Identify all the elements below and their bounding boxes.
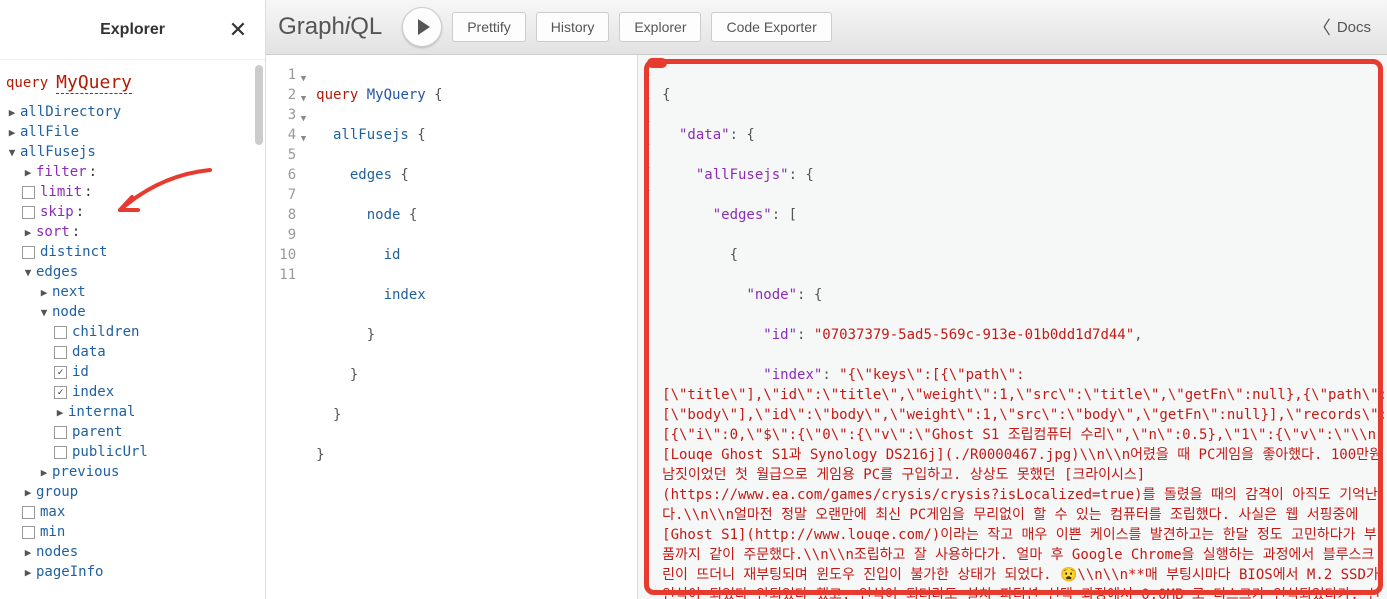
tree-filter[interactable]: ▶filter: bbox=[6, 162, 259, 182]
tree-id[interactable]: id bbox=[6, 362, 259, 382]
code-exporter-button[interactable]: Code Exporter bbox=[711, 12, 831, 42]
tree-allfile[interactable]: ▶allFile bbox=[6, 122, 259, 142]
checkbox-icon[interactable] bbox=[54, 326, 67, 339]
caret-right-icon: ▶ bbox=[22, 566, 34, 579]
tree-publicurl[interactable]: publicUrl bbox=[6, 442, 259, 462]
tree-previous[interactable]: ▶previous bbox=[6, 462, 259, 482]
caret-right-icon: ▶ bbox=[6, 106, 18, 119]
tree-pageinfo[interactable]: ▶pageInfo bbox=[6, 562, 259, 582]
caret-down-icon: ▼ bbox=[22, 266, 34, 279]
caret-right-icon: ▶ bbox=[22, 546, 34, 559]
fold-icon[interactable]: ▼ bbox=[638, 65, 658, 88]
tree-node-field[interactable]: ▼node bbox=[6, 302, 259, 322]
history-button[interactable]: History bbox=[536, 12, 610, 42]
result-gutter: ▼ ▼ ▼ ▼ ▼ ▼ bbox=[638, 65, 658, 203]
fold-icon[interactable]: ▼ bbox=[301, 89, 306, 109]
tree-parent[interactable]: parent bbox=[6, 422, 259, 442]
play-icon bbox=[418, 19, 430, 35]
tree-edges[interactable]: ▼edges bbox=[6, 262, 259, 282]
caret-right-icon: ▶ bbox=[38, 466, 50, 479]
result-panel: ▼ ▼ ▼ ▼ ▼ ▼ { "data": { "allFusejs": { "… bbox=[638, 55, 1387, 599]
fold-icon[interactable]: ▼ bbox=[638, 111, 658, 134]
caret-right-icon: ▶ bbox=[38, 286, 50, 299]
tree-next[interactable]: ▶next bbox=[6, 282, 259, 302]
tree-sort[interactable]: ▶sort: bbox=[6, 222, 259, 242]
tree-limit[interactable]: limit: bbox=[6, 182, 259, 202]
tree-nodes[interactable]: ▶nodes bbox=[6, 542, 259, 562]
query-editor[interactable]: 1▼ 2▼ 3▼ 4▼ 5 6 7 8 9 10 11 query MyQuer… bbox=[266, 55, 638, 599]
fold-icon[interactable]: ▼ bbox=[301, 69, 306, 89]
query-row: query MyQuery bbox=[6, 68, 259, 98]
caret-down-icon: ▼ bbox=[38, 306, 50, 319]
close-icon[interactable]: ✕ bbox=[229, 17, 247, 43]
chevron-left-icon: 〈 bbox=[1313, 14, 1331, 40]
checkbox-icon[interactable] bbox=[54, 446, 67, 459]
explorer-panel: Explorer ✕ query MyQuery ▶allDirectory ▶… bbox=[0, 0, 266, 599]
graphiql-logo: GraphiQL bbox=[278, 13, 382, 41]
tree-distinct[interactable]: distinct bbox=[6, 242, 259, 262]
result-json[interactable]: { "data": { "allFusejs": { "edges": [ { … bbox=[638, 65, 1387, 599]
tree-index[interactable]: index bbox=[6, 382, 259, 402]
explorer-header: Explorer ✕ bbox=[0, 0, 265, 60]
caret-right-icon: ▶ bbox=[54, 406, 66, 419]
checkbox-checked-icon[interactable] bbox=[54, 386, 67, 399]
tree-children[interactable]: children bbox=[6, 322, 259, 342]
caret-down-icon: ▼ bbox=[6, 146, 18, 159]
checkbox-icon[interactable] bbox=[22, 206, 35, 219]
toolbar: GraphiQL Prettify History Explorer Code … bbox=[266, 0, 1387, 55]
checkbox-icon[interactable] bbox=[54, 346, 67, 359]
tree-allfusejs[interactable]: ▼allFusejs bbox=[6, 142, 259, 162]
fold-icon[interactable]: ▼ bbox=[638, 134, 658, 157]
main-area: GraphiQL Prettify History Explorer Code … bbox=[266, 0, 1387, 599]
caret-right-icon: ▶ bbox=[22, 166, 34, 179]
line-gutter: 1▼ 2▼ 3▼ 4▼ 5 6 7 8 9 10 11 bbox=[266, 65, 304, 599]
checkbox-icon[interactable] bbox=[22, 186, 35, 199]
fold-icon[interactable]: ▼ bbox=[301, 109, 306, 129]
tree-max[interactable]: max bbox=[6, 502, 259, 522]
tree-data[interactable]: data bbox=[6, 342, 259, 362]
fold-icon[interactable]: ▼ bbox=[638, 180, 658, 203]
explorer-body: query MyQuery ▶allDirectory ▶allFile ▼al… bbox=[0, 60, 265, 599]
explorer-button[interactable]: Explorer bbox=[619, 12, 701, 42]
query-name-input[interactable]: MyQuery bbox=[56, 72, 132, 94]
scrollbar[interactable] bbox=[255, 65, 263, 265]
docs-button[interactable]: 〈 Docs bbox=[1313, 14, 1375, 40]
tree-min[interactable]: min bbox=[6, 522, 259, 542]
explorer-title: Explorer bbox=[100, 21, 165, 39]
execute-button[interactable] bbox=[402, 7, 442, 47]
query-code[interactable]: query MyQuery { allFusejs { edges { node… bbox=[304, 65, 637, 599]
checkbox-checked-icon[interactable] bbox=[54, 366, 67, 379]
fold-icon[interactable]: ▼ bbox=[301, 129, 306, 149]
checkbox-icon[interactable] bbox=[22, 526, 35, 539]
tree-group[interactable]: ▶group bbox=[6, 482, 259, 502]
fold-icon[interactable]: ▼ bbox=[638, 157, 658, 180]
tree-alldirectory[interactable]: ▶allDirectory bbox=[6, 102, 259, 122]
tree-skip[interactable]: skip: bbox=[6, 202, 259, 222]
caret-right-icon: ▶ bbox=[22, 486, 34, 499]
caret-right-icon: ▶ bbox=[22, 226, 34, 239]
explorer-tree: ▶allDirectory ▶allFile ▼allFusejs ▶filte… bbox=[6, 102, 259, 582]
editor-area: 1▼ 2▼ 3▼ 4▼ 5 6 7 8 9 10 11 query MyQuer… bbox=[266, 55, 1387, 599]
prettify-button[interactable]: Prettify bbox=[452, 12, 526, 42]
checkbox-icon[interactable] bbox=[22, 506, 35, 519]
checkbox-icon[interactable] bbox=[54, 426, 67, 439]
caret-right-icon: ▶ bbox=[6, 126, 18, 139]
fold-icon[interactable]: ▼ bbox=[638, 88, 658, 111]
checkbox-icon[interactable] bbox=[22, 246, 35, 259]
tree-internal[interactable]: ▶internal bbox=[6, 402, 259, 422]
query-keyword: query bbox=[6, 75, 48, 91]
